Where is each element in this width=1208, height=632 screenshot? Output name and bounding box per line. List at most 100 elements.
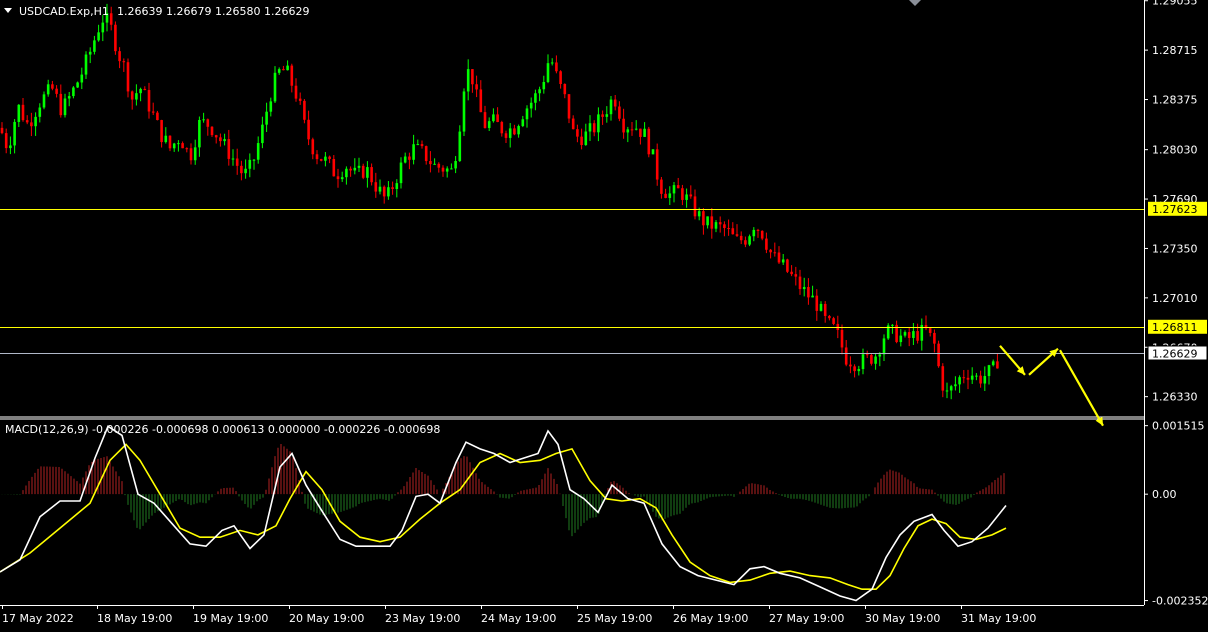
candle — [202, 112, 205, 123]
candle — [240, 160, 243, 181]
candle — [399, 157, 403, 189]
candle — [9, 136, 12, 155]
projection-arrow[interactable] — [1028, 347, 1059, 376]
candle — [441, 165, 445, 177]
candle — [651, 149, 655, 155]
candle — [38, 103, 42, 123]
projection-arrows — [999, 345, 1104, 427]
candle — [534, 89, 537, 111]
candle — [471, 69, 474, 93]
candle — [181, 141, 184, 149]
chart-window[interactable]: 1.29055 1.28715 1.28375 1.28030 1.27690 1.273… — [0, 0, 1208, 628]
candle — [639, 128, 642, 145]
candle — [76, 81, 79, 88]
candle — [567, 94, 571, 124]
candle — [655, 143, 659, 186]
candle — [382, 185, 386, 204]
candle — [164, 127, 168, 144]
candle — [210, 126, 214, 138]
candle — [156, 110, 159, 121]
candle — [361, 163, 365, 180]
candle — [277, 67, 281, 75]
candle — [55, 85, 58, 98]
candle — [521, 115, 525, 128]
candle — [286, 60, 289, 71]
candle — [861, 348, 865, 375]
candle — [718, 216, 722, 233]
candle — [370, 163, 373, 186]
price-tick-label: 1.28030 — [1152, 144, 1198, 157]
candle — [886, 323, 890, 340]
candle — [555, 55, 558, 74]
projection-arrow[interactable] — [1059, 349, 1104, 427]
level-price-label: 1.27623 — [1152, 203, 1198, 216]
candle — [546, 54, 550, 84]
candle — [563, 83, 567, 99]
candle — [840, 324, 844, 355]
candle — [744, 236, 747, 248]
candle — [51, 80, 54, 91]
candle — [25, 115, 29, 125]
candle — [403, 152, 407, 164]
candle — [538, 86, 541, 102]
projection-arrow[interactable] — [999, 345, 1026, 376]
candle — [416, 139, 420, 146]
candle — [315, 150, 319, 165]
candle — [0, 122, 4, 135]
candle — [685, 188, 688, 208]
candle — [912, 323, 915, 346]
candle — [269, 97, 273, 117]
scroll-marker-icon[interactable] — [909, 0, 921, 6]
candle — [756, 228, 760, 238]
candle — [109, 6, 113, 31]
candle — [769, 248, 772, 259]
dropdown-triangle-icon[interactable] — [4, 8, 12, 13]
candle — [21, 97, 25, 122]
candle — [672, 182, 676, 203]
candle — [794, 266, 798, 286]
candle — [618, 101, 621, 122]
candle — [265, 102, 268, 132]
candle — [895, 320, 898, 344]
candle — [681, 184, 684, 206]
candle — [777, 246, 781, 264]
time-tick-label: 25 May 19:00 — [577, 612, 652, 625]
candle — [126, 58, 130, 98]
price-chart[interactable]: 1.290551.287151.283751.280301.276901.273… — [0, 0, 1208, 628]
price-tick-label: 1.28375 — [1152, 94, 1198, 107]
candle — [408, 152, 411, 170]
candle — [983, 366, 987, 391]
candle — [219, 133, 222, 147]
candle — [605, 106, 609, 123]
candle — [231, 149, 235, 166]
candle — [135, 84, 138, 106]
candle — [59, 84, 63, 118]
candle — [424, 145, 428, 165]
candle — [819, 301, 823, 312]
candle — [907, 327, 911, 347]
candle — [328, 155, 331, 164]
time-tick-label: 26 May 19:00 — [673, 612, 748, 625]
candle — [525, 105, 529, 128]
candle — [975, 373, 978, 381]
candle — [168, 135, 172, 152]
candle — [609, 96, 613, 121]
candle — [189, 143, 193, 165]
candle — [765, 232, 768, 254]
candle — [122, 58, 126, 72]
candle — [634, 120, 638, 131]
macd-tick-label: 0.00 — [1152, 488, 1177, 501]
time-tick-label: 31 May 19:00 — [961, 612, 1036, 625]
candle — [849, 356, 852, 374]
candle — [185, 147, 189, 153]
candle — [798, 269, 802, 295]
candle — [958, 375, 961, 393]
candle — [815, 289, 819, 321]
candle — [198, 116, 201, 157]
candle — [223, 133, 226, 146]
candle — [882, 334, 886, 362]
candle — [256, 136, 260, 164]
candle — [450, 163, 453, 170]
candle — [273, 66, 277, 103]
candle — [723, 221, 726, 237]
